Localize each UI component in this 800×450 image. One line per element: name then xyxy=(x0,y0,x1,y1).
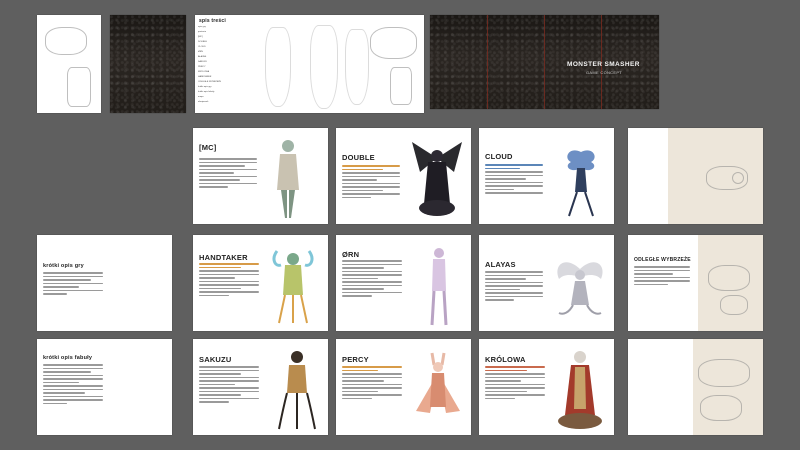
toc-item[interactable]: KRÓLOWA xyxy=(198,71,209,73)
page-alayas[interactable]: ALAYAS xyxy=(479,235,614,331)
toc-item[interactable]: DOUBLE xyxy=(198,41,207,43)
page-text xyxy=(342,165,400,200)
page-title: krótki opis fabuły xyxy=(43,355,93,361)
character-double xyxy=(412,142,462,216)
page-opis-gry[interactable]: krótki opis gry xyxy=(37,235,172,331)
page-text xyxy=(485,366,545,401)
sketch-drawing xyxy=(45,27,87,55)
page-text xyxy=(485,271,543,303)
toc-item[interactable]: ekwipunek xyxy=(198,101,208,103)
cover-subtitle: GAME CONCEPT xyxy=(586,70,623,75)
toc-item[interactable]: ØRN xyxy=(198,51,203,53)
page-text xyxy=(199,366,259,405)
page-text xyxy=(43,364,103,406)
character-percy xyxy=(416,352,460,413)
page-text xyxy=(342,260,402,299)
page-title: DOUBLE xyxy=(342,153,375,162)
sketch-drawing xyxy=(698,359,750,387)
cover-title: MONSTER SMASHER xyxy=(567,61,640,68)
crop-line xyxy=(487,15,488,109)
page-handtaker[interactable]: HANDTAKER xyxy=(193,235,328,331)
toc-item[interactable]: ALAYAS xyxy=(198,56,206,58)
toc-item[interactable]: ODLEGŁE WYBRZEŻE xyxy=(198,81,221,83)
page-title: CLOUD xyxy=(485,152,513,161)
sketch-drawing xyxy=(370,27,417,59)
sketch-drawing xyxy=(732,172,744,184)
page-sketch-map[interactable] xyxy=(37,15,101,113)
sketch-drawing xyxy=(708,265,750,291)
character-sakuzu xyxy=(278,351,316,430)
toc-item[interactable]: mapa xyxy=(198,96,203,98)
page-mc[interactable]: [MC] xyxy=(193,128,328,224)
ghost-character xyxy=(265,27,291,107)
page-orn[interactable]: ØRN xyxy=(336,235,471,331)
toc-item[interactable]: krótki opis gry xyxy=(198,86,212,88)
ghost-character xyxy=(345,29,369,105)
crop-line xyxy=(544,15,545,109)
toc-item[interactable]: postacie xyxy=(198,31,206,33)
toc-item[interactable]: opis gry xyxy=(198,26,206,28)
toc-title: spis treści xyxy=(199,18,226,24)
page-percy[interactable]: PERCY xyxy=(336,339,471,435)
page-krolowa[interactable]: KRÓLOWA xyxy=(479,339,614,435)
character-krolowa xyxy=(558,351,602,429)
stone-texture xyxy=(110,15,186,113)
page-title: ØRN xyxy=(342,250,360,259)
page-title: krótki opis gry xyxy=(43,263,84,269)
page-title: ODLEGŁE WYBRZEŻE xyxy=(634,257,691,263)
toc-item[interactable]: HANDTAKER xyxy=(198,76,211,78)
page-text xyxy=(43,272,103,297)
page-sketch-beige[interactable] xyxy=(628,339,763,435)
page-text xyxy=(199,158,257,190)
sketch-drawing xyxy=(720,295,748,315)
page-title: [MC] xyxy=(199,143,217,152)
page-sakuzu[interactable]: SAKUZU xyxy=(193,339,328,435)
sketch-drawing xyxy=(67,67,91,107)
toc-item[interactable]: krótki opis fabuły xyxy=(198,91,214,93)
page-text xyxy=(634,266,690,287)
page-dark-back[interactable] xyxy=(110,15,186,113)
page-title: PERCY xyxy=(342,355,369,364)
page-cover[interactable]: MONSTER SMASHER GAME CONCEPT xyxy=(430,15,659,109)
character-handtaker xyxy=(272,250,314,324)
ghost-character xyxy=(310,25,338,109)
page-double[interactable]: DOUBLE xyxy=(336,128,471,224)
page-title: SAKUZU xyxy=(199,355,232,364)
page-text xyxy=(485,164,543,196)
character-mc xyxy=(277,140,299,218)
toc-item[interactable]: CLOUD xyxy=(198,46,206,48)
toc-item[interactable]: SAKUZU xyxy=(198,61,207,63)
character-alayas xyxy=(557,262,603,315)
toc-item[interactable]: PERCY xyxy=(198,66,206,68)
character-cloud xyxy=(567,150,595,217)
page-title: KRÓLOWA xyxy=(485,355,526,364)
page-sketch-beige[interactable] xyxy=(628,128,763,224)
page-text xyxy=(199,263,259,298)
page-title: ALAYAS xyxy=(485,260,516,269)
sketch-drawing xyxy=(700,395,742,421)
sketch-drawing xyxy=(390,67,412,105)
page-text xyxy=(342,366,402,401)
character-orn xyxy=(430,248,448,326)
page-table-of-contents[interactable]: spis treści opis gry postacie [MC] DOUBL… xyxy=(195,15,424,113)
page-opis-fabuly[interactable]: krótki opis fabuły xyxy=(37,339,172,435)
page-odlegle-wybrzeze[interactable]: ODLEGŁE WYBRZEŻE xyxy=(628,235,763,331)
toc-item[interactable]: [MC] xyxy=(198,36,203,38)
page-cloud[interactable]: CLOUD xyxy=(479,128,614,224)
page-title: HANDTAKER xyxy=(199,253,248,262)
